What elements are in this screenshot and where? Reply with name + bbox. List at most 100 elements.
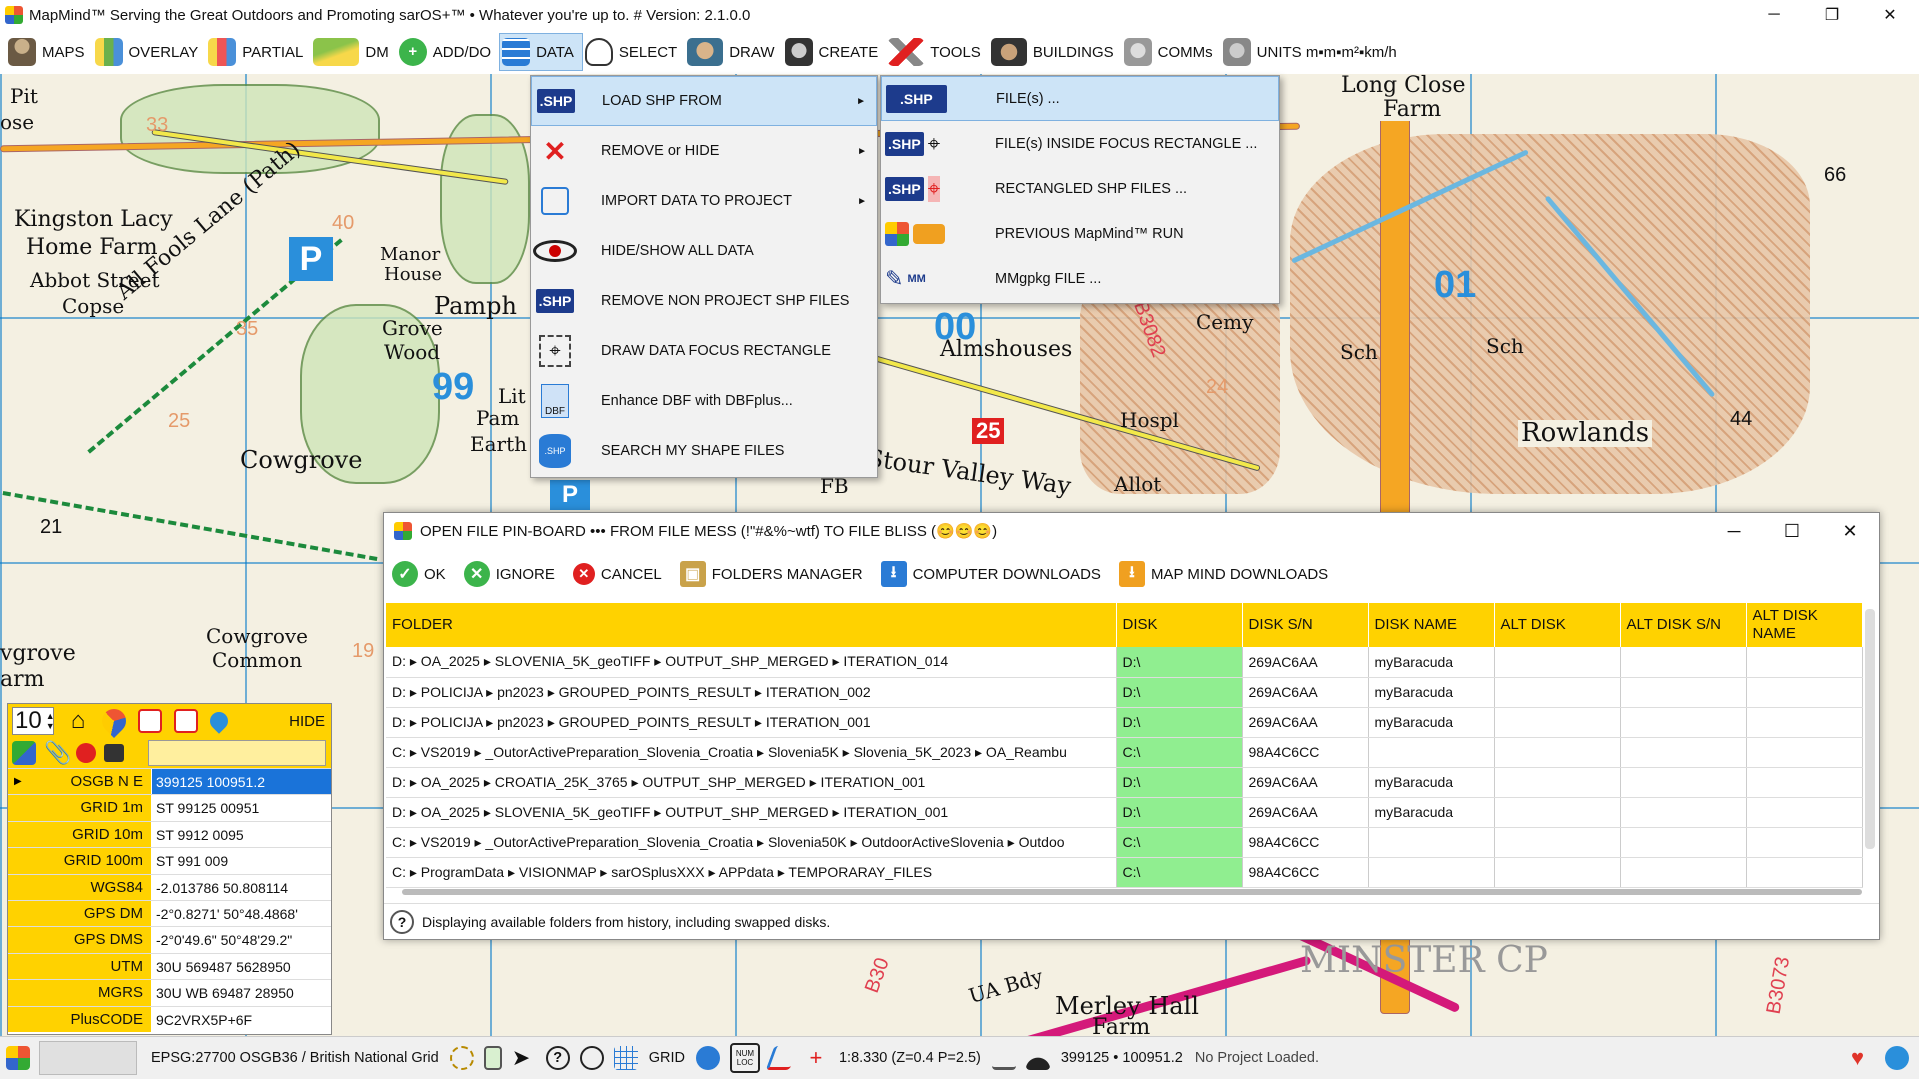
toolbar-comms[interactable]: COMMs [1122, 33, 1221, 71]
compass-icon[interactable] [579, 1046, 604, 1070]
horizontal-scrollbar[interactable] [402, 889, 1862, 895]
ok-button[interactable]: ✓ OK [392, 561, 446, 587]
coord-value[interactable]: 9C2VRX5P+6F [152, 1007, 331, 1032]
dialog-maximize-button[interactable]: ☐ [1763, 513, 1821, 549]
home-icon[interactable]: ⌂ [66, 709, 90, 733]
stack-icon[interactable] [104, 744, 124, 762]
toolbar-partial[interactable]: PARTIAL [206, 33, 311, 71]
coord-value[interactable]: 30U WB 69487 28950 [152, 980, 331, 1005]
toolbar-draw[interactable]: DRAW [685, 33, 782, 71]
toolbar-dm[interactable]: DM [311, 33, 396, 71]
submenu-mmgpkg-file[interactable]: ✎ MM MMgpkg FILE ... [881, 256, 1279, 301]
submenu-rectangled-shp[interactable]: .SHP ⌖ RECTANGLED SHP FILES ... [881, 166, 1279, 211]
coord-value[interactable]: -2°0.8271' 50°48.4868' [152, 901, 331, 926]
coord-value[interactable]: ST 991 009 [152, 848, 331, 873]
coord-value[interactable]: 30U 569487 5628950 [152, 954, 331, 979]
coord-row-utm[interactable]: UTM 30U 569487 5628950 [8, 952, 331, 980]
table-row[interactable]: C: ▸ VS2019 ▸ _OutorActivePreparation_Sl… [386, 827, 1863, 858]
battery-up-icon[interactable] [138, 709, 162, 733]
coord-value[interactable]: -2.013786 50.808114 [152, 875, 331, 900]
table-row[interactable]: D: ▸ POLICIJA ▸ pn2023 ▸ GROUPED_POINTS_… [386, 677, 1863, 708]
google-maps-icon[interactable] [12, 741, 36, 765]
vertical-scrollbar[interactable] [1865, 609, 1875, 849]
column-header[interactable]: ALT DISK NAME [1746, 603, 1863, 647]
toolbar-add-do[interactable]: + ADD/DO [397, 33, 499, 71]
coord-row-gps-dm[interactable]: GPS DM -2°0.8271' 50°48.4868' [8, 899, 331, 927]
table-row[interactable]: D: ▸ POLICIJA ▸ pn2023 ▸ GROUPED_POINTS_… [386, 707, 1863, 738]
toolbar-select[interactable]: SELECT [583, 33, 685, 71]
crs-label[interactable]: EPSG:27700 OSGB36 / British National Gri… [151, 1050, 439, 1066]
table-row[interactable]: D: ▸ OA_2025 ▸ SLOVENIA_5K_geoTIFF ▸ OUT… [386, 797, 1863, 828]
coord-row-grid10m[interactable]: GRID 10m ST 9912 0095 [8, 820, 331, 848]
mapmind-downloads-button[interactable]: ⭳ MAP MIND DOWNLOADS [1118, 561, 1328, 587]
toolbar-create[interactable]: CREATE [783, 33, 887, 71]
coord-value[interactable]: -2°0'49.6" 50°48'29.2" [152, 927, 331, 952]
maximize-button[interactable]: ❐ [1803, 0, 1861, 30]
coord-row-pluscode[interactable]: PlusCODE 9C2VRX5P+6F [8, 1005, 331, 1032]
toolbar-units[interactable]: UNITS m▪m▪m²▪km/h [1221, 33, 1405, 71]
coord-row-mgrs[interactable]: MGRS 30U WB 69487 28950 [8, 979, 331, 1006]
red-circle-icon[interactable] [76, 743, 96, 763]
location-pin-icon[interactable] [206, 708, 232, 734]
tower-icon[interactable] [991, 1046, 1016, 1070]
menu-search-shape-files[interactable]: .SHP SEARCH MY SHAPE FILES [531, 426, 877, 476]
menu-hide-show-all[interactable]: HIDE/SHOW ALL DATA [531, 226, 877, 276]
coord-row-wgs84[interactable]: WGS84 -2.013786 50.808114 [8, 873, 331, 900]
ignore-button[interactable]: ✕ IGNORE [463, 561, 555, 587]
dialog-close-button[interactable]: ✕ [1821, 513, 1879, 549]
coord-row-gps-dms[interactable]: GPS DMS -2°0'49.6" 50°48'29.2" [8, 926, 331, 953]
toolbar-buildings[interactable]: BUILDINGS [989, 33, 1122, 71]
column-header[interactable]: DISK S/N [1242, 603, 1369, 647]
sunset-icon[interactable] [1025, 1046, 1050, 1070]
zoom-stepper[interactable]: 10 ▲ ▼ [12, 707, 55, 735]
toolbar-maps[interactable]: MAPS [6, 33, 93, 71]
column-header[interactable]: ALT DISK [1494, 603, 1621, 647]
cancel-button[interactable]: ✕ CANCEL [572, 563, 662, 585]
thumbs-up-icon[interactable] [1885, 1046, 1909, 1070]
measure-angle-icon[interactable] [765, 1046, 799, 1070]
menu-remove-non-project-shp[interactable]: .SHP REMOVE NON PROJECT SHP FILES [531, 276, 877, 326]
toolbar-data[interactable]: DATA [499, 33, 583, 71]
folders-manager-button[interactable]: ▣ FOLDERS MANAGER [679, 561, 863, 587]
hide-button[interactable]: HIDE [289, 713, 325, 730]
grid-toggle[interactable]: GRID [649, 1050, 685, 1066]
coord-row-grid100m[interactable]: GRID 100m ST 991 009 [8, 847, 331, 874]
column-header[interactable]: ALT DISK S/N [1620, 603, 1747, 647]
paperclip-icon[interactable]: 📎 [44, 741, 71, 765]
coord-value[interactable]: ST 9912 0095 [152, 822, 331, 847]
crosshair-icon[interactable]: + [804, 1046, 828, 1070]
help-icon[interactable]: ? [390, 909, 414, 934]
coord-search-input[interactable] [148, 740, 326, 766]
submenu-files[interactable]: .SHP FILE(s) ... [881, 76, 1279, 121]
toolbar-tools[interactable]: TOOLS [886, 33, 989, 71]
heart-gem-icon[interactable] [97, 704, 131, 738]
menu-import-data[interactable]: IMPORT DATA TO PROJECT ► [531, 176, 877, 226]
coord-row-osgb[interactable]: ▶ OSGB N E 399125 100951.2 [8, 768, 331, 795]
table-row[interactable]: D: ▸ OA_2025 ▸ CROATIA_25K_3765 ▸ OUTPUT… [386, 767, 1863, 798]
north-arrow-icon[interactable] [695, 1046, 720, 1070]
menu-draw-focus-rectangle[interactable]: ⌖ DRAW DATA FOCUS RECTANGLE [531, 326, 877, 376]
column-header[interactable]: FOLDER [386, 603, 1117, 647]
table-row[interactable]: C: ▸ ProgramData ▸ VISIONMAP ▸ sarOSplus… [386, 857, 1863, 888]
help-icon[interactable]: ? [545, 1046, 570, 1070]
sun-settings-icon[interactable] [449, 1046, 474, 1070]
heart-icon[interactable]: ♥ [1851, 1046, 1875, 1070]
menu-remove-or-hide[interactable]: ✕ REMOVE or HIDE ► [531, 126, 877, 176]
submenu-files-inside-focus[interactable]: .SHP ⌖ FILE(s) INSIDE FOCUS RECTANGLE ... [881, 121, 1279, 166]
close-button[interactable]: ✕ [1861, 0, 1919, 30]
computer-downloads-button[interactable]: ⭳ COMPUTER DOWNLOADS [880, 561, 1101, 587]
toolbar-overlay[interactable]: OVERLAY [93, 33, 207, 71]
column-header[interactable]: DISK [1116, 603, 1243, 647]
grid-icon[interactable] [613, 1046, 638, 1070]
coord-row-grid1m[interactable]: GRID 1m ST 99125 00951 [8, 794, 331, 821]
battery-down-icon[interactable] [174, 709, 198, 733]
cursor-icon[interactable]: ➤ [512, 1046, 536, 1070]
menu-load-shp-from[interactable]: .SHP LOAD SHP FROM ► [531, 76, 877, 126]
table-row[interactable]: C: ▸ VS2019 ▸ _OutorActivePreparation_Sl… [386, 737, 1863, 768]
app-logo-icon[interactable] [6, 1046, 30, 1070]
clipboard-icon[interactable] [483, 1046, 502, 1070]
menu-enhance-dbf[interactable]: DBF Enhance DBF with DBFplus... [531, 376, 877, 426]
coord-value[interactable]: ST 99125 00951 [152, 795, 331, 820]
minimize-button[interactable]: ─ [1745, 0, 1803, 30]
numloc-icon[interactable]: NUM LOC [729, 1043, 760, 1073]
